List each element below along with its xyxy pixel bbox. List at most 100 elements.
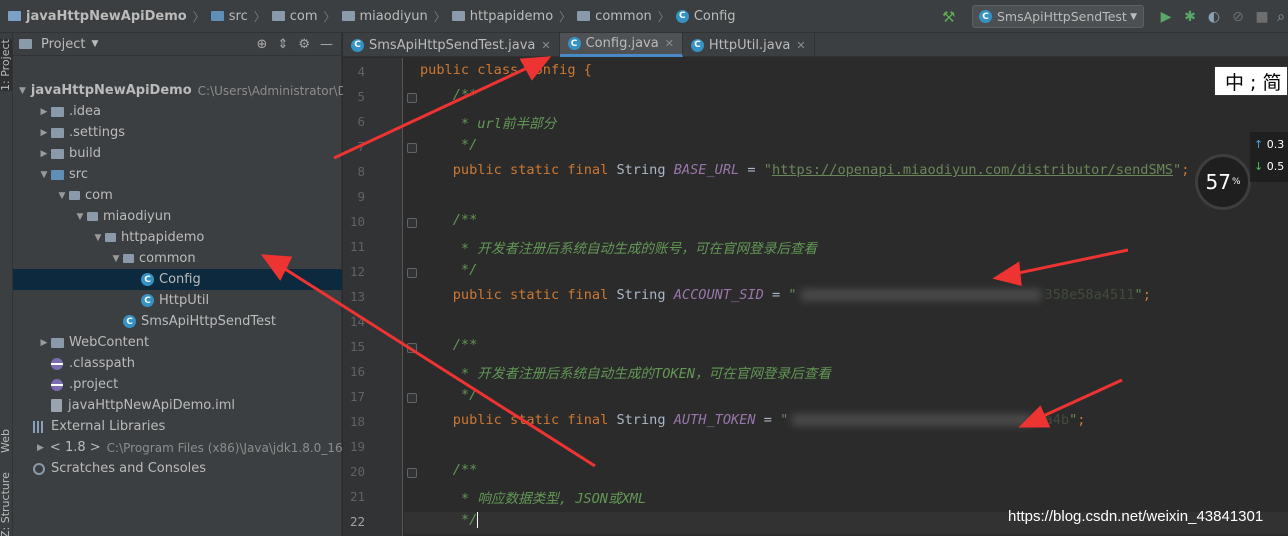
memory-gauge[interactable]: 57% [1195,154,1251,210]
line-number: 17 [349,389,365,404]
tree-item-idea[interactable]: ▶ .idea [13,101,342,122]
chevron-right-icon[interactable]: ▶ [37,149,51,159]
breadcrumb-miaodiyun[interactable]: miaodiyun [338,0,432,33]
tool-window-structure[interactable]: Z: Structure [0,472,12,536]
project-view-selector[interactable]: Project [41,37,85,52]
breadcrumb-httpapidemo[interactable]: httpapidemo [448,0,557,33]
tool-window-project[interactable]: 1: Project [0,39,12,91]
code-line-15: /** [420,337,478,353]
code-line-7: */ [420,137,477,153]
tree-item-httputil[interactable]: C HttpUtil [13,290,342,311]
package-icon [105,233,116,242]
tab-config[interactable]: C Config.java ✕ [559,33,683,57]
keyword: public static final [452,287,609,303]
breadcrumb-project[interactable]: javaHttpNewApiDemo [4,0,191,33]
redacted-tail: 0a4b [1036,412,1070,428]
gear-icon[interactable]: ⚙ [298,37,310,52]
hide-icon[interactable]: — [320,37,333,52]
line-number: 20 [349,464,365,479]
tree-item-project[interactable]: .project [13,374,342,395]
tree-item-scratches-and-consoles[interactable]: Scratches and Consoles [13,458,342,479]
line-number: 10 [349,214,365,229]
chevron-down-icon[interactable]: ▼ [19,86,26,96]
tree-item-label: Config [159,272,201,287]
coverage-icon[interactable]: ◐ [1202,7,1226,27]
comment: * 开发者注册后系统自动生成的账号，可在官网登录后查看 [452,241,818,257]
collapse-all-icon[interactable]: ⇕ [277,37,288,52]
tree-item-label: build [69,146,101,161]
tree-item-smsapihttpsendtest[interactable]: C SmsApiHttpSendTest [13,311,342,332]
breadcrumb-config[interactable]: C Config [672,0,740,33]
tree-item-javahttpnewapidemo-iml[interactable]: javaHttpNewApiDemo.iml [13,395,342,416]
tree-item-label: SmsApiHttpSendTest [141,314,277,329]
breadcrumb-common[interactable]: common [573,0,656,33]
chevron-right-icon: 〉 [657,9,670,24]
tree-item-src[interactable]: ▼ src [13,164,342,185]
code-line-20: /** [420,462,478,478]
chevron-down-icon[interactable]: ▼ [91,39,98,49]
tree-item-common[interactable]: ▼ common [13,248,342,269]
tree-item-label: com [85,188,113,203]
breadcrumb-com[interactable]: com [268,0,322,33]
tab-httputil[interactable]: C HttpUtil.java ✕ [683,33,815,57]
chevron-down-icon[interactable]: ▼ [91,233,105,243]
tree-item-javahttpnewapidemo[interactable]: ▼ javaHttpNewApiDemo C:\Users\Administrato… [13,80,347,101]
locate-icon[interactable]: ⊕ [257,37,268,52]
scratches-icon [33,462,45,475]
debug-icon[interactable]: ✱ [1178,7,1202,27]
breadcrumb-src[interactable]: src [207,0,252,33]
folder-icon [51,148,64,159]
line-number: 15 [349,339,365,354]
tree-item-miaodiyun[interactable]: ▼ miaodiyun [13,206,342,227]
chevron-right-icon[interactable]: ▶ [37,443,44,453]
stop-icon[interactable]: ■ [1250,7,1274,27]
tab-label: SmsApiHttpSendTest.java [369,37,536,53]
tool-window-web[interactable]: Web [0,429,12,453]
navigation-bar: javaHttpNewApiDemo 〉 src 〉 com 〉 miaodiy… [0,0,1288,33]
code-line-18: public static final String AUTH_TOKEN = … [452,412,1086,428]
tab-label: HttpUtil.java [708,37,791,53]
tree-item-webcontent[interactable]: ▶ WebContent [13,332,342,353]
folder-icon [51,127,64,138]
tab-smsapihttpsendtest[interactable]: C SmsApiHttpSendTest.java ✕ [343,33,560,57]
comment: */ [452,262,478,278]
class-icon: C [351,38,364,52]
tree-item-config[interactable]: C Config [13,269,342,290]
eclipse-file-icon [51,378,63,391]
tree-item-1-8[interactable]: ▶ < 1.8 > C:\Program Files (x86)\Java\jdk1… [13,437,343,458]
tree-item-httpapidemo[interactable]: ▼ httpapidemo [13,227,342,248]
close-icon[interactable]: ✕ [665,37,674,50]
comment: /** [452,212,478,228]
chevron-down-icon[interactable]: ▼ [37,170,51,180]
run-configuration-select[interactable]: C SmsApiHttpSendTest ▼ [972,5,1144,28]
chevron-right-icon[interactable]: ▶ [37,338,51,348]
close-icon[interactable]: ✕ [541,39,550,52]
tool-window-strip: 1: Project Web Z: Structure [0,33,13,536]
chevron-right-icon[interactable]: ▶ [37,128,51,138]
tree-item-external-libraries[interactable]: External Libraries [13,416,342,437]
run-icon[interactable]: ▶ [1154,7,1178,27]
search-icon[interactable]: ⌕ [1274,7,1288,27]
attach-icon[interactable]: ⊘ [1226,7,1250,27]
tree-item-path: C:\Program Files (x86)\Java\jdk1.8.0_16 [106,440,343,455]
tree-item-com[interactable]: ▼ com [13,185,342,206]
arrow-up-icon: ↑ [1254,138,1264,151]
close-icon[interactable]: ✕ [796,39,805,52]
tree-item-classpath[interactable]: .classpath [13,353,342,374]
url-string[interactable]: https://openapi.miaodiyun.com/distributo… [772,162,1173,178]
code-editor[interactable]: public class Config { /** * url前半部分 */ p… [404,58,1288,536]
chevron-down-icon[interactable]: ▼ [73,212,87,222]
redacted-value [792,414,1033,426]
tree-item-settings[interactable]: ▶ .settings [13,122,342,143]
chevron-down-icon[interactable]: ▼ [55,191,69,201]
line-number: 5 [357,89,365,104]
build-hammer-icon[interactable]: ⚒ [942,9,958,25]
breadcrumb-label: miaodiyun [359,8,428,24]
tree-item-label: common [139,251,196,266]
ime-indicator[interactable]: 中 ; 简 [1214,66,1288,96]
tree-item-build[interactable]: ▶ build [13,143,342,164]
tree-item-label: < 1.8 > [49,440,101,455]
project-icon [8,11,21,21]
chevron-right-icon[interactable]: ▶ [37,107,51,117]
chevron-down-icon[interactable]: ▼ [109,254,123,264]
